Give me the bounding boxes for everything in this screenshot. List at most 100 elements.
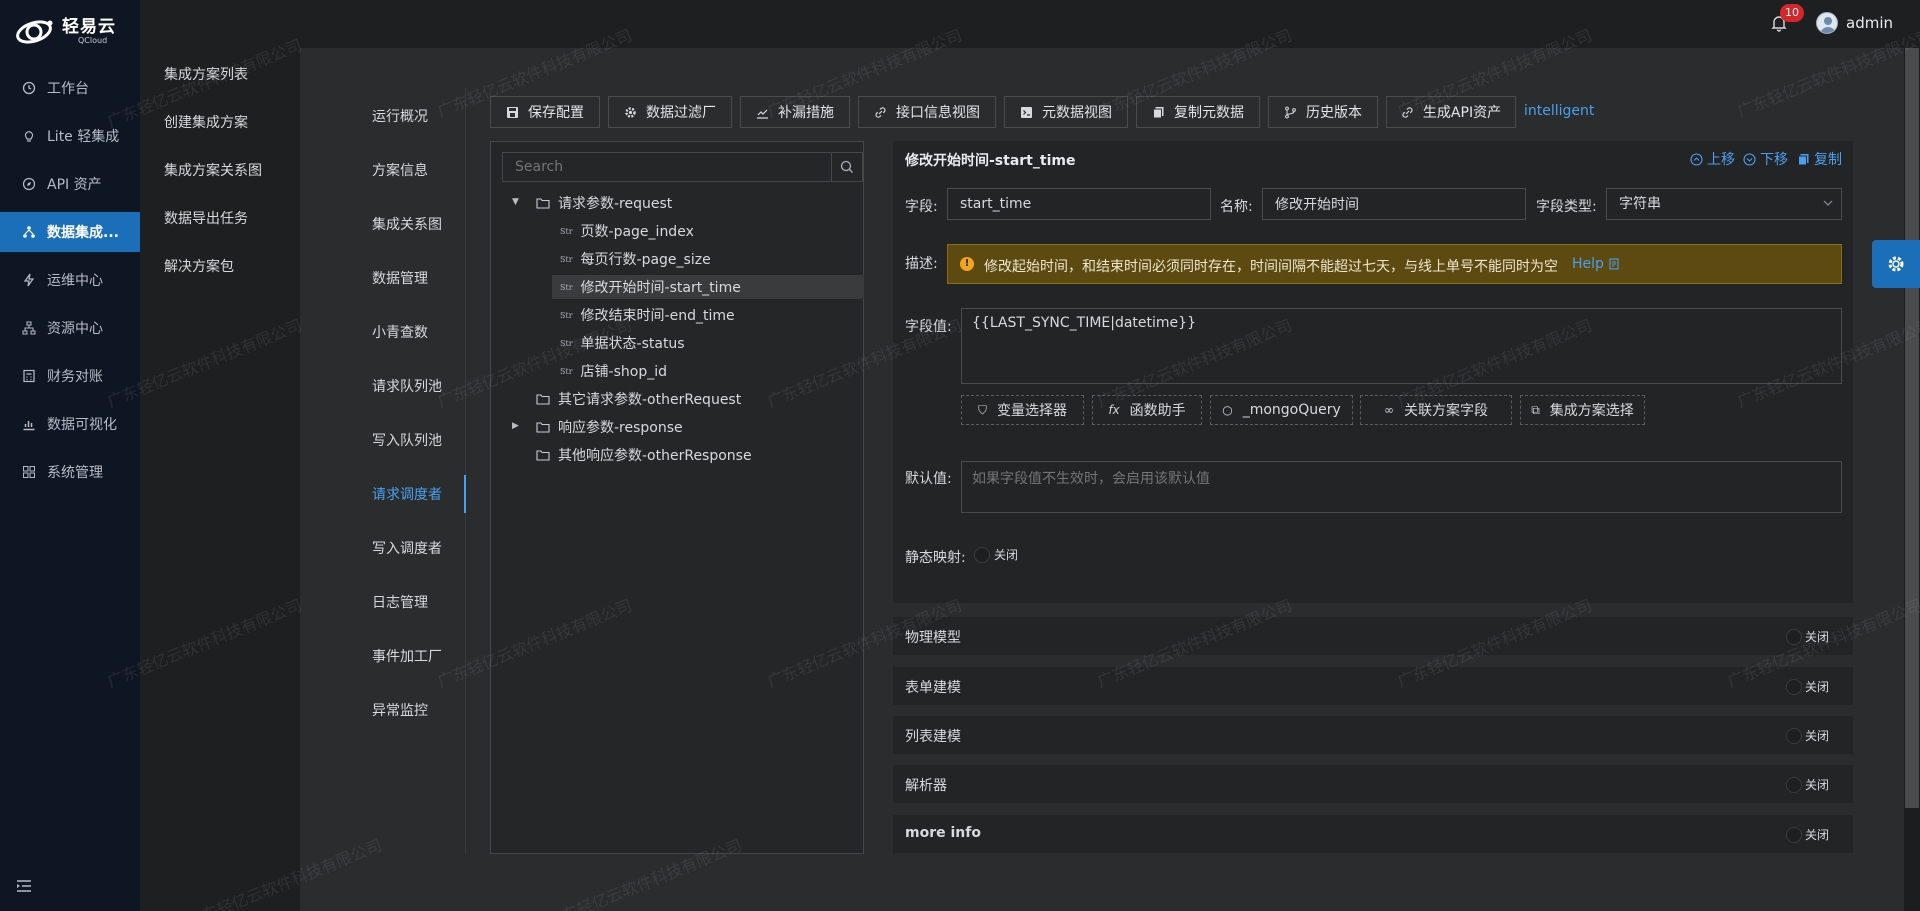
compass-icon [22,177,36,191]
top-bar [300,0,1920,48]
brand-sub: QCloud [78,36,108,45]
tree-node-page-index[interactable]: Str 页数-page_index [552,219,864,243]
move-down-button[interactable]: 下移 [1743,149,1788,169]
section-tab-request-queue[interactable]: 请求队列池 [372,376,442,396]
form-modeling-toggle[interactable]: 关闭 [1786,678,1829,695]
nav-item-lite[interactable]: Lite 轻集成 [0,116,140,156]
help-link[interactable]: Help [1572,256,1620,272]
parser-toggle[interactable]: 关闭 [1786,776,1829,793]
section-tab-query[interactable]: 小青查数 [372,322,428,342]
exclamation-circle-icon: ! [960,257,974,271]
scrollbar-thumb[interactable] [1905,48,1919,808]
caret-down-icon[interactable]: ▼ [512,197,519,207]
variable-selector-button[interactable]: ⛉ 变量选择器 [961,395,1084,425]
tree-search-button[interactable] [831,152,863,182]
section-tab-write-scheduler[interactable]: 写入调度者 [372,538,442,558]
section-more-info[interactable]: more info 关闭 [893,815,1853,853]
tree-node-request[interactable]: 请求参数-request [536,191,672,215]
nav-item-ops[interactable]: 运维中心 [0,260,140,300]
section-tab-monitor[interactable]: 异常监控 [372,700,428,720]
section-list-modeling[interactable]: 列表建模 关闭 [893,716,1853,754]
nav-label: 资源中心 [47,321,103,337]
copy-field-button[interactable]: 复制 [1797,149,1842,169]
subnav-item-plan-list[interactable]: 集成方案列表 [164,64,248,84]
field-value-textarea[interactable]: {{LAST_SYNC_TIME|datetime}} [961,308,1842,384]
integration-plan-select-button[interactable]: ⧉ 集成方案选择 [1520,395,1645,425]
bulb-icon: ○ [1222,403,1233,417]
subnav-item-export-tasks[interactable]: 数据导出任务 [164,208,248,228]
external-doc-icon [1609,258,1619,270]
tree-node-end-time[interactable]: Str 修改结束时间-end_time [552,303,864,327]
static-mapping-toggle[interactable]: 关闭 [974,546,1018,563]
section-active-indicator [464,475,466,513]
generate-api-asset-button[interactable]: 生成API资产 [1386,96,1516,128]
related-plan-field-button[interactable]: ∞ 关联方案字段 [1360,395,1512,425]
function-helper-button[interactable]: fx 函数助手 [1092,395,1202,425]
subnav-item-solution-pack[interactable]: 解决方案包 [164,256,234,276]
tree-search-input[interactable] [502,152,832,182]
brand-name: 轻易云 [62,17,116,37]
nav-item-api[interactable]: API 资产 [0,164,140,204]
move-up-button[interactable]: 上移 [1690,149,1735,169]
tree-node-start-time[interactable]: Str 修改开始时间-start_time [552,275,864,299]
list-modeling-toggle[interactable]: 关闭 [1786,727,1829,744]
brand-logo[interactable]: 轻易云 QCloud [14,14,124,50]
physical-model-toggle[interactable]: 关闭 [1786,628,1829,645]
section-tab-event-factory[interactable]: 事件加工厂 [372,646,442,666]
data-filter-button[interactable]: 数据过滤厂 [608,96,732,128]
tree-node-other-request[interactable]: 其它请求参数-otherRequest [536,387,741,411]
tree-node-page-size[interactable]: Str 每页行数-page_size [552,247,864,271]
nav-label: 财务对账 [47,369,103,385]
intelligent-link[interactable]: intelligent [1524,103,1594,119]
nav-item-visualization[interactable]: 数据可视化 [0,404,140,444]
menu-fold-icon[interactable] [16,878,32,894]
subnav-item-plan-relations[interactable]: 集成方案关系图 [164,160,262,180]
tree-node-other-response[interactable]: 其他响应参数-otherResponse [536,443,752,467]
search-icon [840,160,853,173]
subnav-item-create-plan[interactable]: 创建集成方案 [164,112,248,132]
main-sidebar: 轻易云 QCloud 工作台 Lite 轻集成 API 资产 数据集成... 运… [0,0,140,911]
mongo-query-button[interactable]: ○ _mongoQuery [1210,395,1353,425]
section-tab-write-queue[interactable]: 写入队列池 [372,430,442,450]
more-info-toggle[interactable]: 关闭 [1786,826,1829,843]
section-tab-relations[interactable]: 集成关系图 [372,214,442,234]
settings-button[interactable] [1872,240,1920,288]
section-physical-model[interactable]: 物理模型 关闭 [893,617,1853,655]
tree-node-status[interactable]: Str 单据状态-status [552,331,864,355]
field-type-select[interactable]: 字符串 [1606,188,1842,220]
section-tab-logs[interactable]: 日志管理 [372,592,428,612]
api-info-view-button[interactable]: 接口信息视图 [858,96,996,128]
section-parser[interactable]: 解析器 关闭 [893,765,1853,803]
section-form-modeling[interactable]: 表单建模 关闭 [893,667,1853,705]
tree-node-response[interactable]: 响应参数-response [536,415,683,439]
nav-label: 数据可视化 [47,417,117,433]
section-tab-data-mgmt[interactable]: 数据管理 [372,268,428,288]
nav-label: 运维中心 [47,273,103,289]
section-tab-request-scheduler[interactable]: 请求调度者 [372,484,442,504]
gear-icon [625,106,636,118]
section-tab-plan-info[interactable]: 方案信息 [372,160,428,180]
copy-metadata-button[interactable]: 复制元数据 [1136,96,1260,128]
tree-node-shop-id[interactable]: Str 店铺-shop_id [552,359,864,383]
nav-item-resource[interactable]: 资源中心 [0,308,140,348]
nav-item-finance[interactable]: 财务对账 [0,356,140,396]
field-value-label: 字段值: [905,319,952,335]
history-version-button[interactable]: 历史版本 [1268,96,1378,128]
metadata-view-button[interactable]: 元数据视图 [1004,96,1128,128]
save-config-button[interactable]: 保存配置 [490,96,600,128]
default-value-textarea[interactable] [961,461,1842,513]
caret-right-icon[interactable]: ▶ [512,421,519,431]
avatar[interactable] [1816,12,1838,34]
string-type-icon: Str [560,310,573,320]
nav-item-workbench[interactable]: 工作台 [0,68,140,108]
nav-label: 系统管理 [47,465,103,481]
patch-measure-button[interactable]: 补漏措施 [740,96,850,128]
link-icon: ∞ [1384,403,1394,417]
name-input[interactable] [1262,188,1526,220]
nav-item-system[interactable]: 系统管理 [0,452,140,492]
field-input[interactable] [947,188,1211,220]
folder-icon [536,394,550,405]
nav-item-data-integration[interactable]: 数据集成... [0,212,140,252]
username[interactable]: admin [1846,14,1893,32]
section-tab-overview[interactable]: 运行概况 [372,106,428,126]
